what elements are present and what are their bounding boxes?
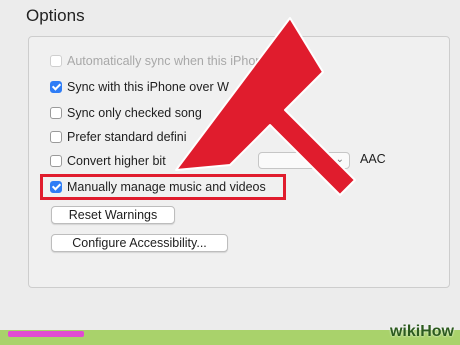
- progress-strip: [8, 331, 84, 337]
- red-arrow-icon: [175, 17, 356, 196]
- itunes-options-panel: Options Automatically sync when this iPh…: [0, 0, 460, 345]
- wikihow-logo: wikiHow: [389, 323, 454, 340]
